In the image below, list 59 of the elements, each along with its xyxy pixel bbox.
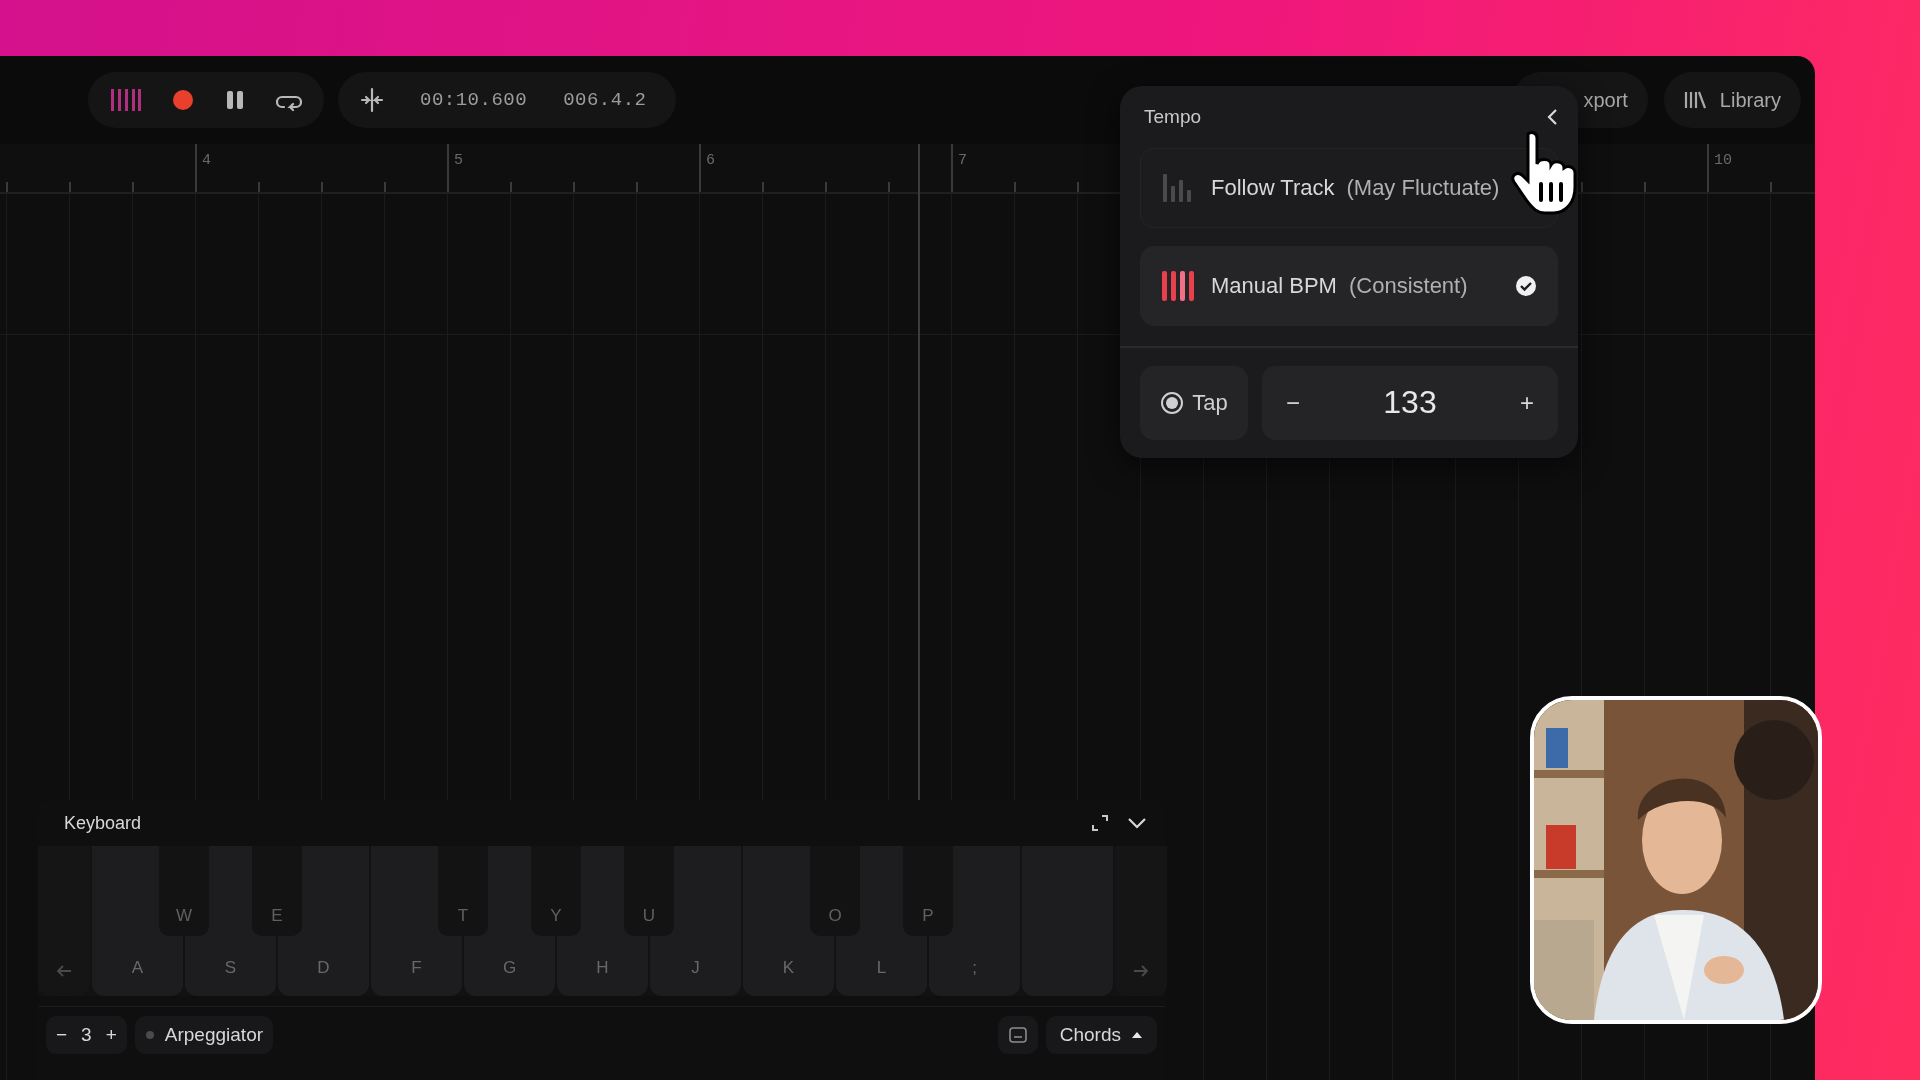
increment-button[interactable]: + (1519, 388, 1534, 417)
sharp-key[interactable]: W (159, 846, 209, 936)
sharp-key[interactable]: Y (531, 846, 581, 936)
piano-key[interactable]: ; (929, 936, 1020, 996)
pause-button[interactable] (224, 89, 246, 111)
sharp-key[interactable]: P (903, 846, 953, 936)
time-display: 00:10.600 (420, 89, 528, 111)
sharp-key[interactable]: E (252, 846, 302, 936)
piano-key[interactable]: D (278, 936, 369, 996)
piano-key[interactable]: S (185, 936, 276, 996)
piano-key[interactable]: L (836, 936, 927, 996)
back-icon[interactable] (1546, 108, 1558, 126)
tempo-option[interactable]: Follow Track (May Fluctuate) (1140, 148, 1558, 228)
octave-value: 3 (81, 1024, 92, 1046)
bars-icon (1161, 270, 1195, 302)
radio-icon (1160, 390, 1185, 415)
arrow-left-icon (56, 964, 72, 978)
position-display: 006.4.2 (563, 89, 647, 111)
chords-dropdown[interactable]: Chords (1045, 1016, 1157, 1054)
arrow-right-icon (1133, 964, 1149, 978)
hand-cursor-icon (1510, 130, 1580, 216)
piano-key[interactable]: F (371, 936, 462, 996)
option-label: Follow Track (1211, 175, 1335, 201)
caret-up-icon (1131, 1031, 1143, 1039)
record-button[interactable] (172, 89, 194, 111)
waveform-logo-icon[interactable] (110, 86, 142, 114)
bar-number: 6 (706, 152, 715, 169)
piano-key[interactable]: H (557, 936, 648, 996)
option-note: (Consistent) (1348, 273, 1469, 299)
piano-key[interactable]: G (464, 936, 555, 996)
octave-down-button[interactable]: − (56, 1024, 68, 1046)
arpeggiator-toggle[interactable]: Arpeggiator (134, 1016, 274, 1054)
chevron-down-icon[interactable] (1127, 816, 1147, 830)
snap-icon[interactable] (360, 87, 384, 113)
bar-number: 5 (454, 152, 463, 169)
bar-number: 7 (958, 152, 967, 169)
option-label: Manual BPM (1211, 273, 1337, 299)
expand-icon[interactable] (1091, 814, 1109, 832)
checkmark-icon (1515, 275, 1537, 297)
piano-key[interactable]: K (743, 936, 834, 996)
tap-button[interactable]: Tap (1140, 365, 1248, 440)
tempo-option[interactable]: Manual BPM (Consistent) (1140, 246, 1558, 326)
display-icon (1007, 1026, 1028, 1044)
bar-number: 10 (1714, 152, 1732, 169)
piano-key[interactable]: J (650, 936, 741, 996)
popup-title: Tempo (1144, 106, 1202, 128)
piano-key[interactable]: A (92, 936, 183, 996)
library-icon (1683, 90, 1706, 110)
octave-up-button[interactable]: + (105, 1024, 117, 1046)
sharp-key[interactable]: O (810, 846, 860, 936)
decrement-button[interactable]: − (1286, 388, 1300, 417)
toolbar-button[interactable]: Library (1663, 72, 1801, 128)
keyboard-display-button[interactable] (997, 1016, 1038, 1054)
panel-title: Keyboard (64, 812, 143, 834)
option-note: (May Fluctuate) (1346, 175, 1501, 201)
sharp-key[interactable]: T (438, 846, 488, 936)
sharp-key[interactable]: U (624, 846, 674, 936)
bar-number: 4 (202, 152, 211, 169)
bpm-value: 133 (1383, 384, 1437, 421)
